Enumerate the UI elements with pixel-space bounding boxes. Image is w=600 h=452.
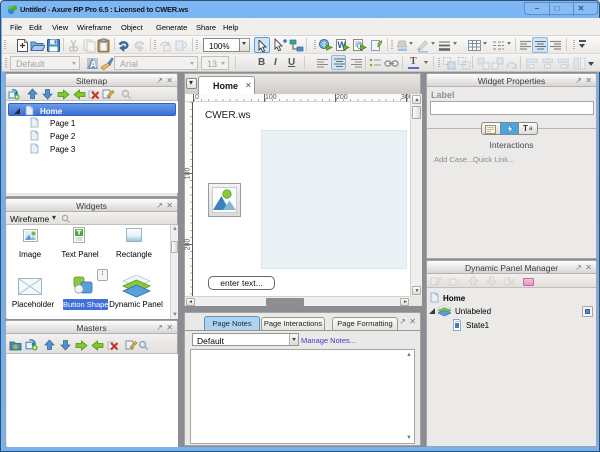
svg-text:A: A (90, 60, 97, 70)
